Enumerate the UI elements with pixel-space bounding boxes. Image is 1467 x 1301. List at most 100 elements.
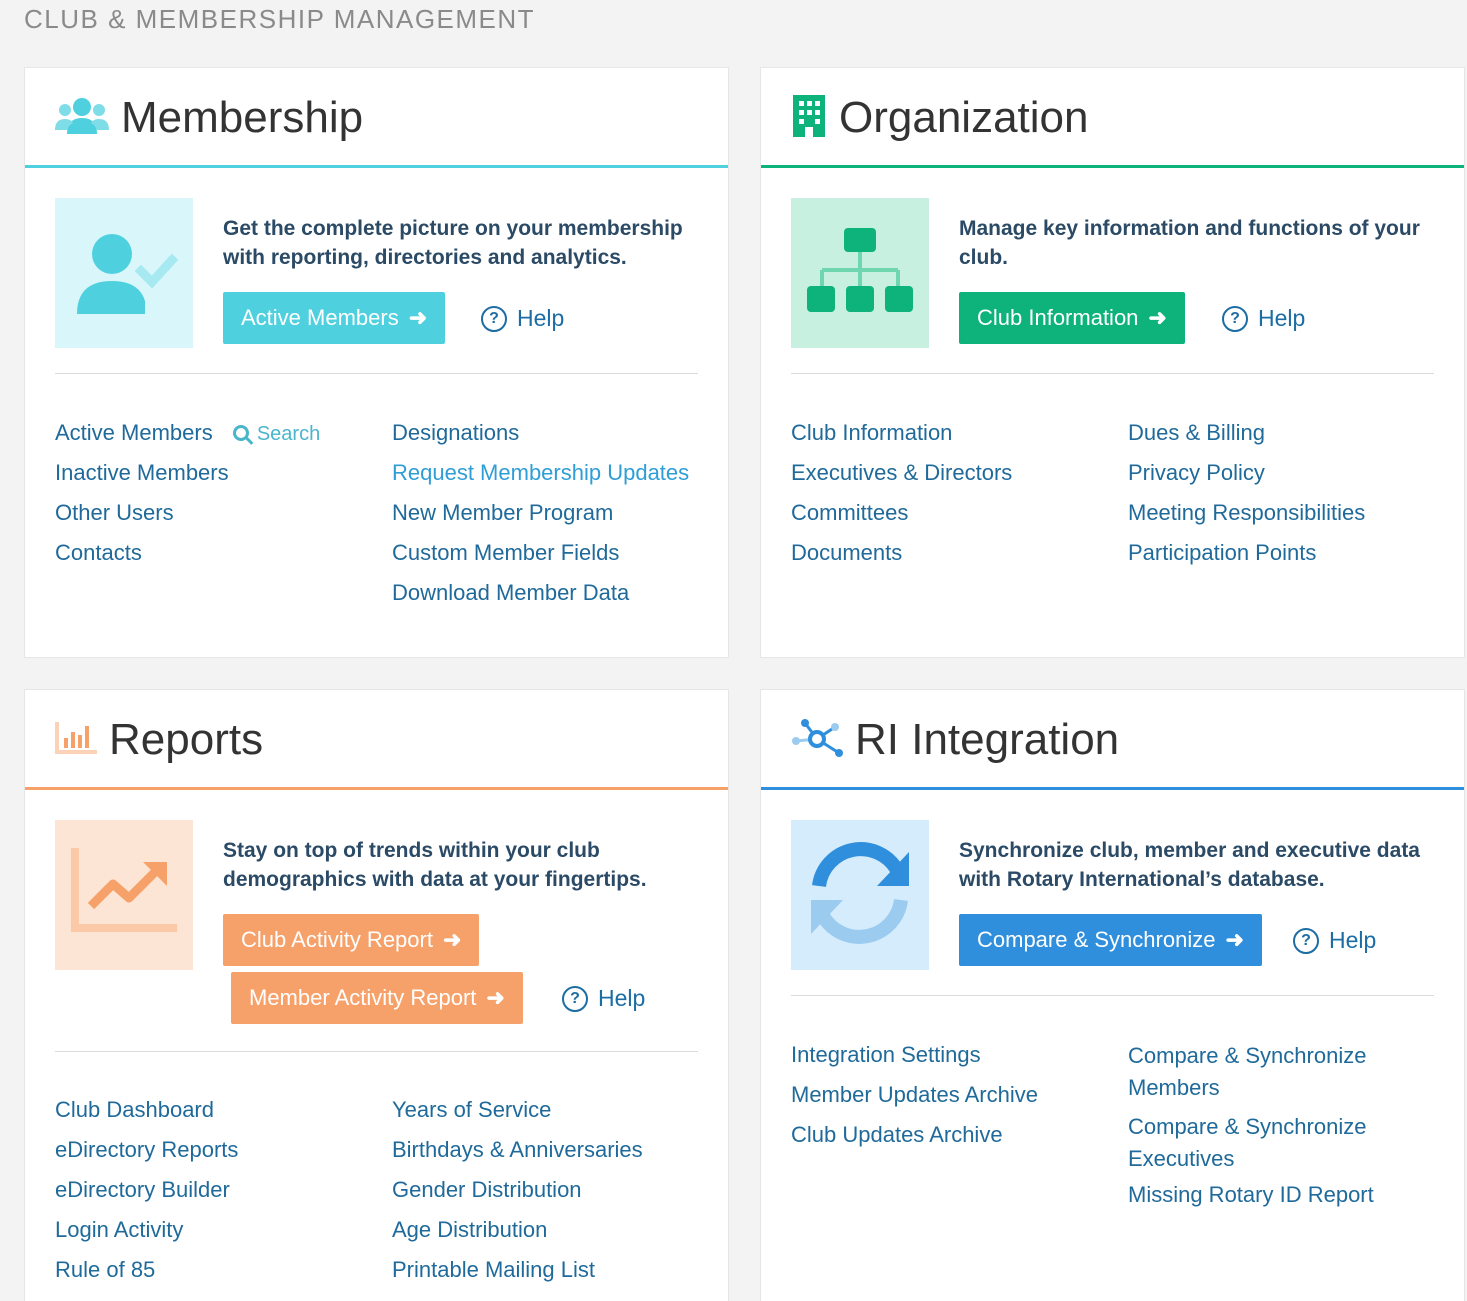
network-icon: [791, 717, 843, 764]
organization-description: Manage key information and functions of …: [959, 217, 1420, 269]
help-icon: ?: [481, 305, 507, 332]
reports-card: Reports Stay on top of trends within you…: [24, 689, 729, 1301]
membership-divider: [55, 373, 698, 374]
active-members-button-label: Active Members: [241, 305, 399, 330]
link-custom-member-fields[interactable]: Custom Member Fields: [392, 540, 689, 580]
club-information-button-label: Club Information: [977, 305, 1139, 330]
reports-links-right: Years of Service Birthdays & Anniversari…: [392, 1097, 643, 1297]
membership-title: Membership: [121, 93, 364, 142]
ri-integration-header: RI Integration: [761, 690, 1464, 790]
link-request-membership-updates[interactable]: Request Membership Updates: [392, 460, 689, 500]
link-compare-synchronize-members[interactable]: Compare & Synchronize Members: [1128, 1040, 1418, 1111]
ri-integration-description: Synchronize club, member and executive d…: [959, 839, 1420, 891]
link-edirectory-builder[interactable]: eDirectory Builder: [55, 1177, 238, 1217]
link-other-users[interactable]: Other Users: [55, 500, 320, 540]
link-contacts[interactable]: Contacts: [55, 540, 320, 580]
ri-integration-links-left: Integration Settings Member Updates Arch…: [791, 1042, 1038, 1162]
org-chart-icon: [805, 226, 915, 321]
link-download-member-data[interactable]: Download Member Data: [392, 580, 689, 620]
link-designations[interactable]: Designations: [392, 420, 689, 460]
link-documents[interactable]: Documents: [791, 540, 1012, 580]
reports-rule: [25, 787, 728, 790]
sync-icon: [805, 838, 915, 953]
membership-header: Membership: [25, 68, 728, 168]
organization-links-left: Club Information Executives & Directors …: [791, 420, 1012, 580]
link-privacy-policy[interactable]: Privacy Policy: [1128, 460, 1365, 500]
membership-links-right: Designations Request Membership Updates …: [392, 420, 689, 620]
help-icon: ?: [1293, 927, 1319, 954]
ri-integration-links-right: Compare & Synchronize Members Compare & …: [1128, 1040, 1418, 1222]
link-compare-synchronize-executives[interactable]: Compare & Synchronize Executives: [1128, 1111, 1418, 1182]
organization-help-link[interactable]: ? Help: [1222, 305, 1305, 332]
link-active-members[interactable]: Active Members Search: [55, 420, 320, 460]
link-years-of-service[interactable]: Years of Service: [392, 1097, 643, 1137]
link-dues-billing[interactable]: Dues & Billing: [1128, 420, 1365, 460]
membership-links-left: Active Members Search Inactive Members O…: [55, 420, 320, 580]
membership-help-label: Help: [517, 305, 565, 331]
link-executives-directors[interactable]: Executives & Directors: [791, 460, 1012, 500]
search-icon: [232, 425, 249, 441]
organization-links-right: Dues & Billing Privacy Policy Meeting Re…: [1128, 420, 1365, 580]
link-gender-distribution[interactable]: Gender Distribution: [392, 1177, 643, 1217]
link-rule-of-85[interactable]: Rule of 85: [55, 1257, 238, 1297]
link-participation-points[interactable]: Participation Points: [1128, 540, 1365, 580]
link-committees[interactable]: Committees: [791, 500, 1012, 540]
member-activity-report-label: Member Activity Report: [249, 985, 477, 1010]
reports-help-link[interactable]: ? Help: [562, 985, 645, 1012]
compare-synchronize-button[interactable]: Compare & Synchronize ➜: [959, 914, 1262, 966]
link-printable-mailing-list[interactable]: Printable Mailing List: [392, 1257, 643, 1297]
link-birthdays-anniversaries[interactable]: Birthdays & Anniversaries: [392, 1137, 643, 1177]
organization-header: Organization: [761, 68, 1464, 168]
membership-card: Membership Get the complete picture on y…: [24, 67, 729, 658]
organization-hero: [791, 198, 929, 348]
membership-hero: [55, 198, 193, 348]
ri-integration-card: RI Integration Synchronize club, member …: [760, 689, 1465, 1301]
trend-up-icon: [69, 847, 179, 943]
club-activity-report-button[interactable]: Club Activity Report ➜: [223, 914, 480, 966]
link-integration-settings[interactable]: Integration Settings: [791, 1042, 1038, 1082]
arrow-right-icon: ➜: [486, 985, 505, 1010]
link-club-dashboard[interactable]: Club Dashboard: [55, 1097, 238, 1137]
reports-header: Reports: [25, 690, 728, 790]
link-login-activity[interactable]: Login Activity: [55, 1217, 238, 1257]
organization-divider: [791, 373, 1434, 374]
search-label: Search: [256, 423, 321, 445]
link-member-updates-archive[interactable]: Member Updates Archive: [791, 1082, 1038, 1122]
link-club-updates-archive[interactable]: Club Updates Archive: [791, 1122, 1038, 1162]
arrow-right-icon: ➜: [442, 927, 462, 952]
ri-integration-rule: [761, 787, 1464, 790]
link-meeting-responsibilities[interactable]: Meeting Responsibilities: [1128, 500, 1365, 540]
organization-title: Organization: [839, 93, 1089, 142]
reports-title: Reports: [109, 715, 264, 764]
reports-description: Stay on top of trends within your club d…: [223, 839, 647, 891]
member-activity-report-button[interactable]: Member Activity Report ➜: [231, 972, 523, 1024]
link-age-distribution[interactable]: Age Distribution: [392, 1217, 643, 1257]
users-icon: [55, 96, 109, 141]
club-information-button[interactable]: Club Information ➜: [959, 292, 1185, 344]
link-label[interactable]: Active Members: [55, 420, 213, 445]
ri-integration-hero: [791, 820, 929, 970]
help-icon: ?: [1222, 305, 1248, 332]
bar-chart-icon: [55, 721, 97, 759]
ri-integration-help-label: Help: [1329, 927, 1377, 953]
membership-description: Get the complete picture on your members…: [223, 217, 683, 269]
active-members-button[interactable]: Active Members ➜: [223, 292, 446, 344]
link-edirectory-reports[interactable]: eDirectory Reports: [55, 1137, 238, 1177]
membership-rule: [25, 165, 728, 168]
building-icon: [791, 94, 827, 142]
link-new-member-program[interactable]: New Member Program: [392, 500, 689, 540]
ri-integration-help-link[interactable]: ? Help: [1293, 927, 1376, 954]
ri-integration-title: RI Integration: [855, 715, 1120, 764]
link-missing-rotary-id-report[interactable]: Missing Rotary ID Report: [1128, 1182, 1418, 1222]
search-link[interactable]: Search: [232, 423, 321, 445]
user-check-icon: [69, 226, 179, 321]
help-icon: ?: [562, 985, 588, 1012]
compare-synchronize-label: Compare & Synchronize: [977, 927, 1216, 952]
reports-divider: [55, 1051, 698, 1052]
organization-card: Organization Manage key information and …: [760, 67, 1465, 658]
arrow-right-icon: ➜: [1148, 305, 1167, 330]
link-inactive-members[interactable]: Inactive Members: [55, 460, 320, 500]
page-title: CLUB & MEMBERSHIP MANAGEMENT: [24, 4, 536, 34]
link-club-information[interactable]: Club Information: [791, 420, 1012, 460]
membership-help-link[interactable]: ? Help: [481, 305, 564, 332]
